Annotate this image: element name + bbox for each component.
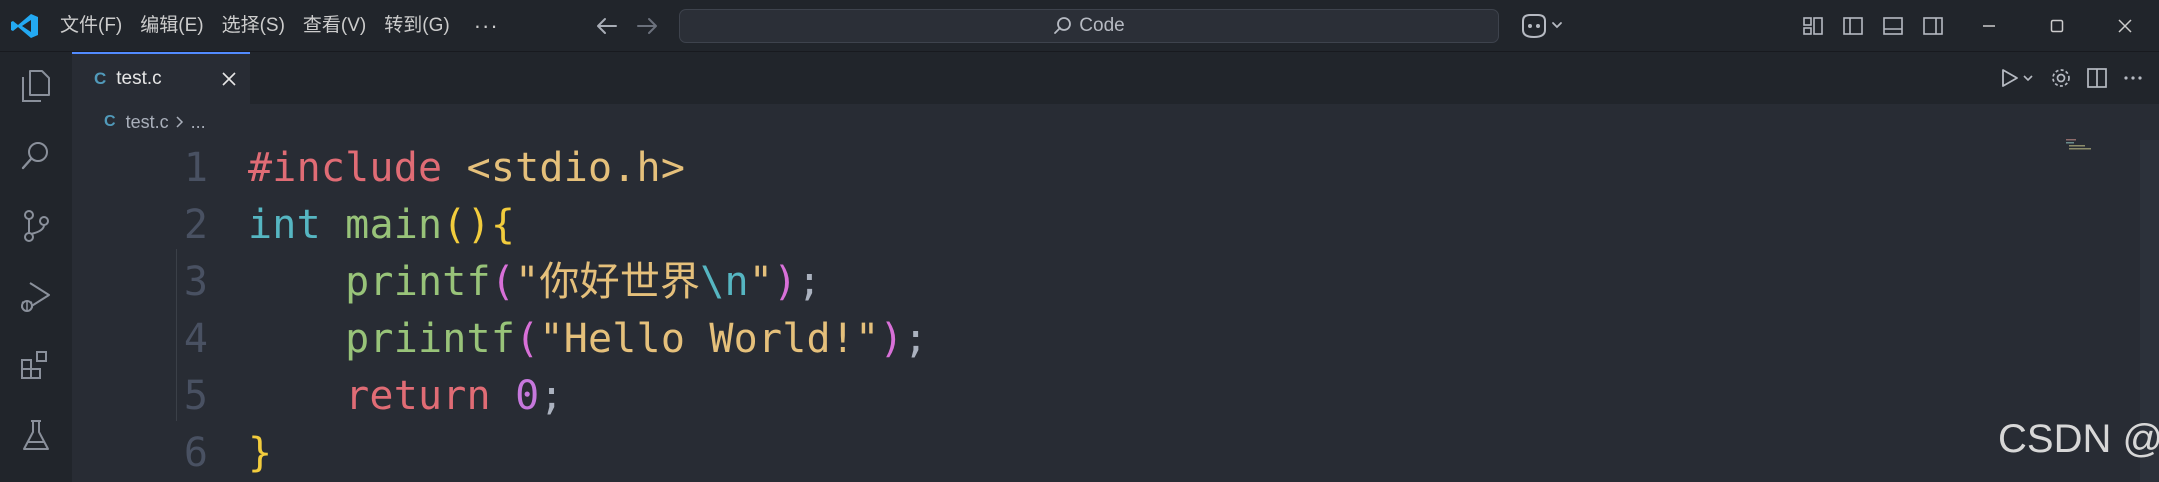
- extensions-icon[interactable]: [18, 348, 54, 384]
- code-text[interactable]: priintf("Hello World!");: [248, 311, 928, 368]
- split-editor-icon[interactable]: [2085, 64, 2109, 92]
- testing-icon[interactable]: [18, 418, 54, 454]
- code-token: (: [515, 316, 540, 362]
- menu-go[interactable]: 转到(G): [376, 0, 457, 52]
- c-language-icon: C: [94, 69, 107, 88]
- code-token: return: [345, 373, 491, 419]
- code-token: ;: [539, 373, 564, 419]
- c-language-icon: C: [104, 113, 116, 130]
- code-token: \n: [700, 259, 749, 305]
- code-line[interactable]: 4 priintf("Hello World!");: [72, 311, 2072, 368]
- code-text[interactable]: return 0;: [248, 368, 564, 425]
- editor-actions: [1985, 64, 2145, 92]
- title-bar: 文件(F) 编辑(E) 选择(S) 查看(V) 转到(G) ··· Code: [0, 0, 2159, 52]
- close-icon[interactable]: [218, 68, 240, 90]
- indent-guide: [176, 249, 177, 421]
- search-icon[interactable]: [18, 138, 54, 174]
- menu-file[interactable]: 文件(F): [52, 0, 130, 52]
- code-token: ": [748, 259, 774, 305]
- menu-bar: 文件(F) 编辑(E) 选择(S) 查看(V) 转到(G) ···: [52, 0, 515, 52]
- editor-tabs-bar: C test.c: [72, 52, 2159, 104]
- code-text[interactable]: #include <stdio.h>: [248, 140, 685, 197]
- code-line[interactable]: 3 printf("你好世界\n");: [72, 254, 2072, 311]
- code-token: ): [773, 259, 798, 305]
- tab-label: test.c: [116, 68, 162, 89]
- code-token: priintf: [345, 316, 516, 362]
- code-token: "你好世界: [515, 259, 701, 305]
- menu-view[interactable]: 查看(V): [295, 0, 374, 52]
- customize-layout-icon[interactable]: [1800, 13, 1826, 39]
- code-token: "Hello World!": [539, 316, 880, 362]
- code-token: ;: [903, 316, 928, 362]
- forward-arrow-icon[interactable]: [634, 14, 660, 38]
- window-controls: [1955, 0, 2159, 52]
- breadcrumb-file[interactable]: test.c: [126, 112, 169, 133]
- code-line[interactable]: 5 return 0;: [72, 368, 2072, 425]
- breadcrumb: C test.c ...: [104, 104, 206, 140]
- code-line[interactable]: 2 int main(){: [72, 197, 2072, 254]
- menu-more-icon[interactable]: ···: [460, 0, 513, 52]
- menu-selection[interactable]: 选择(S): [214, 0, 293, 52]
- more-actions-icon[interactable]: [2121, 64, 2145, 92]
- close-window-icon[interactable]: [2091, 0, 2159, 52]
- code-token: <stdio.h>: [466, 145, 686, 191]
- breadcrumb-symbols[interactable]: ...: [191, 112, 206, 133]
- code-token: main: [345, 202, 443, 248]
- command-center[interactable]: Code: [679, 9, 1499, 43]
- code-token: ): [879, 316, 904, 362]
- toggle-panel-icon[interactable]: [1880, 13, 1906, 39]
- line-number: 3: [183, 259, 208, 305]
- chevron-right-icon: [175, 114, 185, 130]
- copilot-icon: [1522, 14, 1562, 39]
- code-line[interactable]: 1 #include <stdio.h>: [72, 140, 2072, 197]
- code-token: int: [248, 202, 321, 248]
- tab-test-c[interactable]: C test.c: [72, 52, 250, 104]
- code-token: }: [248, 430, 273, 476]
- line-number: 6: [183, 430, 208, 476]
- code-token: printf: [345, 259, 491, 305]
- layout-controls: [1800, 13, 1960, 39]
- back-arrow-icon[interactable]: [594, 14, 620, 38]
- code-token: 0: [515, 373, 540, 419]
- run-debug-icon[interactable]: [18, 278, 54, 314]
- code-line[interactable]: 6}: [72, 425, 2072, 482]
- vscode-logo-icon: [10, 12, 40, 40]
- minimap[interactable]: [2064, 138, 2104, 152]
- code-editor[interactable]: 1 #include <stdio.h> 2 int main(){3 printf(…: [72, 140, 2159, 482]
- watermark: CSDN @: [1998, 417, 2159, 461]
- source-control-icon[interactable]: [18, 208, 54, 244]
- toggle-primary-sidebar-icon[interactable]: [1840, 13, 1866, 39]
- code-token: (: [490, 259, 516, 305]
- maximize-icon[interactable]: [2023, 0, 2091, 52]
- line-number: 1: [183, 145, 208, 191]
- line-number: 5: [183, 373, 208, 419]
- activity-bar: [0, 52, 72, 482]
- gear-icon[interactable]: [2049, 64, 2073, 92]
- run-file-icon[interactable]: [1997, 64, 2037, 92]
- line-number: 2: [183, 202, 208, 248]
- code-token: {: [490, 202, 516, 248]
- code-text[interactable]: }: [248, 425, 272, 482]
- copilot-menu[interactable]: [1518, 11, 1566, 41]
- vscode-window: 文件(F) 编辑(E) 选择(S) 查看(V) 转到(G) ··· Code C…: [0, 0, 2159, 482]
- code-text[interactable]: int main(){: [248, 197, 515, 254]
- command-center-label: Code: [1079, 15, 1125, 36]
- code-token: (): [442, 202, 491, 248]
- toggle-secondary-sidebar-icon[interactable]: [1920, 13, 1946, 39]
- search-icon: [1053, 16, 1073, 36]
- code-token: ;: [797, 259, 822, 305]
- line-number: 4: [183, 316, 208, 362]
- explorer-icon[interactable]: [18, 68, 54, 104]
- menu-edit[interactable]: 编辑(E): [132, 0, 211, 52]
- code-text[interactable]: printf("你好世界\n");: [248, 254, 822, 311]
- code-token: #include: [248, 145, 443, 191]
- minimize-icon[interactable]: [1955, 0, 2023, 52]
